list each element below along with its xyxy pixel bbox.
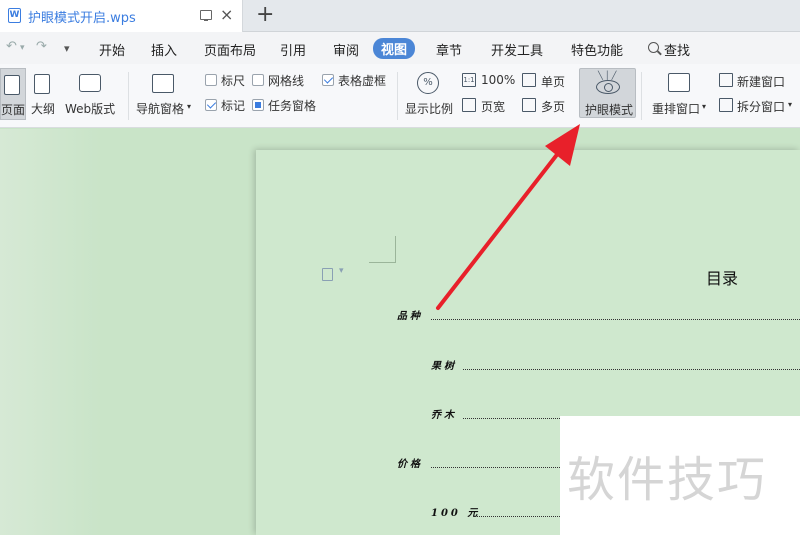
multi-page-icon[interactable]	[522, 98, 536, 112]
zoom-ratio-icon[interactable]: %	[417, 72, 439, 94]
quick-access-more-icon[interactable]: ▾	[64, 42, 70, 55]
search-icon[interactable]	[648, 42, 659, 53]
paragraph-options-icon[interactable]	[322, 266, 344, 281]
eye-protection-mode-button[interactable]: ╲│╱ 护眼模式	[579, 68, 636, 118]
menu-review[interactable]: 审阅	[333, 40, 359, 59]
single-page-label[interactable]: 单页	[541, 73, 565, 90]
task-pane-label: 任务窗格	[268, 99, 317, 113]
zoom-ratio-label[interactable]: 显示比例	[405, 100, 453, 117]
rearrange-windows-icon[interactable]	[668, 73, 690, 92]
outline-icon[interactable]	[34, 74, 50, 94]
toc-entry-text: 果树	[431, 361, 457, 372]
menu-bar: ↶ ▾ ↷ ▾ 开始 插入 页面布局 引用 审阅 视图 章节 开发工具 特色功能…	[0, 32, 800, 64]
ruler-checkbox[interactable]	[205, 74, 217, 86]
toc-leader-dots	[463, 369, 800, 370]
redo-icon[interactable]: ↷	[36, 39, 47, 54]
close-tab-icon[interactable]: ×	[220, 5, 233, 24]
toc-entry[interactable]: 品种	[397, 307, 800, 325]
menu-developer[interactable]: 开发工具	[491, 40, 543, 59]
table-gridlines-label: 表格虚框	[338, 74, 387, 88]
outline-label[interactable]: 大纲	[31, 100, 55, 117]
navigation-pane-label[interactable]: 导航窗格	[136, 100, 184, 117]
toc-entry-text: 乔木	[431, 410, 457, 421]
new-window-label[interactable]: 新建窗口	[737, 73, 785, 90]
rearrange-windows-label[interactable]: 重排窗口	[652, 100, 700, 117]
page-view-button[interactable]: 页面	[0, 68, 26, 120]
navigation-pane-icon[interactable]	[152, 74, 174, 93]
web-view-label[interactable]: Web版式	[65, 100, 115, 117]
document-tab-title: 护眼模式开启.wps	[28, 11, 136, 26]
page-view-label: 页面	[1, 103, 26, 117]
toc-entry-text: 品种	[397, 311, 423, 322]
new-tab-button[interactable]: +	[256, 2, 274, 27]
menu-page-layout[interactable]: 页面布局	[204, 40, 256, 59]
menu-search[interactable]: 查找	[664, 40, 690, 59]
menu-home[interactable]: 开始	[99, 40, 125, 59]
rearrange-windows-dropdown-icon[interactable]: ▾	[702, 102, 706, 111]
menu-insert[interactable]: 插入	[151, 40, 177, 59]
toc-entry-text: 价格	[397, 459, 423, 470]
margin-corner-mark	[369, 236, 396, 263]
ruler-label: 标尺	[221, 74, 246, 88]
menu-references[interactable]: 引用	[280, 40, 306, 59]
task-pane-checkbox[interactable]	[252, 99, 264, 111]
navigation-pane-dropdown-icon[interactable]: ▾	[187, 102, 191, 111]
zoom-100-label[interactable]: 100%	[481, 73, 515, 87]
menu-special-features[interactable]: 特色功能	[571, 40, 623, 59]
toc-title: 目录	[706, 269, 739, 288]
split-window-dropdown-icon[interactable]: ▾	[788, 100, 792, 109]
split-window-label[interactable]: 拆分窗口	[737, 98, 785, 115]
split-window-icon[interactable]	[719, 98, 733, 112]
ribbon-separator	[128, 72, 129, 120]
eye-lashes-icon: ╲│╱	[598, 71, 619, 80]
undo-icon[interactable]: ↶	[6, 39, 17, 54]
marks-checkbox[interactable]	[205, 99, 217, 111]
page-width-label[interactable]: 页宽	[481, 98, 505, 115]
zoom-100-icon[interactable]: 1:1	[462, 73, 476, 87]
marks-label: 标记	[221, 99, 246, 113]
document-canvas	[0, 129, 256, 535]
document-tab[interactable]: W 护眼模式开启.wps ×	[0, 0, 243, 32]
menu-chapter[interactable]: 章节	[436, 40, 462, 59]
eye-protection-mode-label: 护眼模式	[585, 103, 634, 117]
gridlines-checkbox[interactable]	[252, 74, 264, 86]
menu-view[interactable]: 视图	[373, 38, 416, 59]
page-width-icon[interactable]	[462, 98, 476, 112]
table-gridlines-checkbox[interactable]	[322, 74, 334, 86]
gridlines-label: 网格线	[268, 74, 305, 88]
web-view-icon[interactable]	[79, 74, 101, 92]
ribbon-separator	[397, 72, 398, 120]
tab-strip: W 护眼模式开启.wps × +	[0, 0, 800, 32]
undo-dropdown-icon[interactable]: ▾	[20, 43, 25, 53]
single-page-icon[interactable]	[522, 73, 536, 87]
new-window-icon[interactable]	[719, 73, 733, 87]
page-view-icon	[4, 75, 20, 95]
multi-page-label[interactable]: 多页	[541, 98, 565, 115]
view-ribbon: 页面 大纲 Web版式 导航窗格 ▾ 标尺 网格线 表格虚框 标记 任务窗格 %…	[0, 64, 800, 128]
ribbon-separator	[641, 72, 642, 120]
watermark-text: 软件技巧	[567, 452, 768, 508]
wps-document-icon: W	[8, 8, 21, 23]
eye-icon	[596, 80, 620, 94]
pin-icon[interactable]	[200, 10, 212, 21]
toc-entry[interactable]: 果树	[431, 357, 800, 375]
toc-leader-dots	[431, 319, 800, 320]
